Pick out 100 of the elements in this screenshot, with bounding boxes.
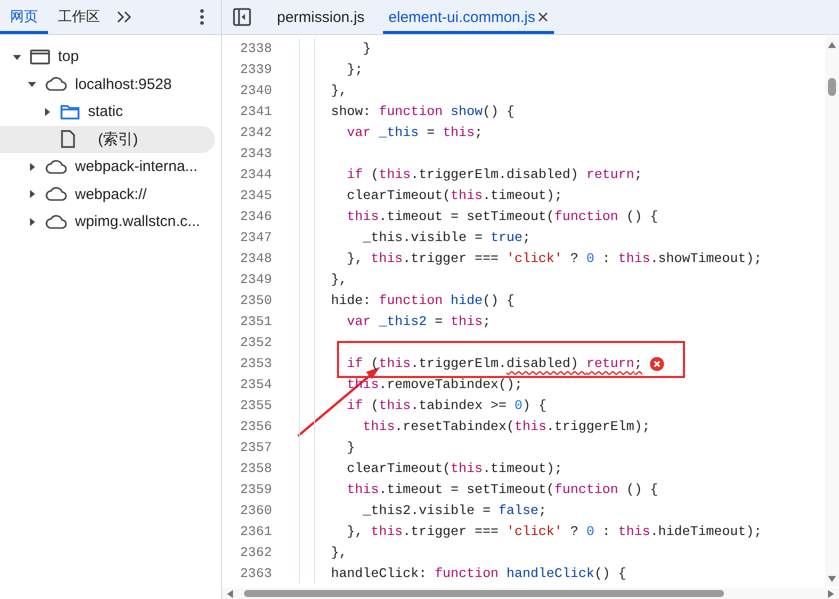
code-line: _this2.visible = false; (362, 503, 546, 518)
code-line: this.timeout = setTimeout(function () { (346, 482, 658, 497)
window-icon (30, 48, 50, 65)
panel-tab[interactable]: 工作区 (48, 0, 110, 34)
indent-guide (299, 80, 315, 101)
line-number: 2350 (239, 293, 272, 308)
line-number: 2349 (239, 272, 272, 287)
file-tab[interactable]: permission.js (271, 0, 371, 34)
tree-item[interactable]: top (0, 43, 215, 70)
code-line: hide: function hide() { (330, 293, 515, 308)
cloud-icon (45, 187, 67, 202)
code-line: }, this.trigger === 'click' ? 0 : this.hideTimeout); (346, 524, 762, 539)
tree-item[interactable]: (索引) (0, 126, 215, 153)
code-line: clearTimeout(this.timeout); (346, 461, 562, 476)
line-number: 2356 (239, 419, 272, 434)
code-line: }; (346, 62, 363, 77)
indent-guide (299, 458, 315, 479)
scrollbar-thumb[interactable] (244, 590, 724, 597)
expand-arrow-icon[interactable] (27, 162, 37, 172)
line-number: 2354 (239, 377, 272, 392)
indent-guide (299, 59, 315, 80)
tree-label: top (58, 48, 79, 66)
tree-item[interactable]: webpack:// (0, 180, 215, 208)
line-number: 2363 (239, 566, 272, 581)
code-line: if (this.triggerElm.disabled) return; (346, 356, 642, 371)
kebab-menu-icon[interactable] (200, 9, 204, 25)
line-number: 2339 (239, 62, 272, 77)
indent-guide (299, 122, 315, 143)
tree-label: webpack:// (75, 186, 147, 203)
code-line: this.resetTabindex(this.triggerElm); (362, 419, 650, 434)
line-number: 2352 (239, 335, 272, 350)
panel-tab[interactable]: 网页 (0, 0, 48, 34)
code-line: _this.visible = true; (362, 230, 530, 245)
code-line: } (362, 41, 371, 56)
line-number: 2338 (239, 41, 272, 56)
line-number: 2359 (239, 482, 272, 497)
scroll-down-icon[interactable] (827, 575, 837, 583)
code-line: show: function show() { (330, 104, 515, 119)
indent-guide (299, 500, 315, 521)
indent-guide (299, 374, 315, 395)
indent-guide (299, 227, 315, 248)
indent-guide (299, 479, 315, 500)
tree-label: (索引) (98, 130, 138, 149)
indent-guide (299, 164, 315, 185)
line-number: 2358 (239, 461, 272, 476)
indent-guide (299, 521, 315, 542)
indent-guide (299, 563, 315, 584)
code-line: if (this.triggerElm.disabled) return; (346, 167, 642, 182)
tree-item[interactable]: wpimg.wallstcn.c... (0, 208, 215, 236)
line-number: 2342 (239, 125, 272, 140)
code-line: clearTimeout(this.timeout); (346, 188, 562, 203)
code-line: handleClick: function handleClick() { (330, 566, 626, 581)
vertical-scrollbar[interactable] (825, 37, 839, 587)
expand-arrow-icon[interactable] (27, 189, 37, 200)
indent-guide (299, 185, 315, 206)
line-number: 2345 (239, 188, 272, 203)
line-number: 2343 (239, 146, 272, 161)
tree-item[interactable]: webpack-interna... (0, 153, 215, 180)
line-number: 2353 (239, 356, 272, 371)
more-tabs-icon[interactable] (116, 11, 132, 23)
indent-guide (299, 332, 315, 353)
scroll-up-icon[interactable] (827, 41, 837, 49)
folder-icon (60, 104, 80, 120)
tree-label: wpimg.wallstcn.c... (75, 213, 200, 230)
code-line: }, (330, 272, 347, 287)
line-number: 2357 (239, 440, 272, 455)
code-line: }, (330, 545, 347, 560)
line-number: 2348 (239, 251, 272, 266)
indent-guide (299, 416, 315, 437)
indent-guide (299, 269, 315, 290)
line-number: 2362 (239, 545, 272, 560)
line-number: 2351 (239, 314, 272, 329)
line-number: 2360 (239, 503, 272, 518)
indent-guide (299, 248, 315, 269)
close-icon[interactable] (538, 12, 548, 22)
line-number: 2347 (239, 230, 272, 245)
expand-arrow-icon[interactable] (27, 216, 37, 227)
line-number: 2344 (239, 167, 272, 182)
line-number: 2346 (239, 209, 272, 224)
horizontal-scrollbar[interactable] (222, 588, 839, 599)
indent-guide (299, 206, 315, 227)
indent-guide (299, 311, 315, 332)
cloud-icon (45, 214, 67, 229)
scrollbar-thumb[interactable] (828, 78, 836, 96)
tree-item[interactable]: static (0, 98, 215, 126)
indent-guide (299, 437, 315, 458)
tree-item[interactable]: localhost:9528 (0, 70, 215, 98)
sidebar-toggle-icon[interactable] (233, 8, 251, 26)
cloud-icon (45, 77, 67, 92)
code-line: if (this.tabindex >= 0) { (346, 398, 546, 413)
code-line: }, this.trigger === 'click' ? 0 : this.showTimeout); (346, 251, 762, 266)
scroll-left-icon[interactable] (226, 588, 234, 598)
expand-arrow-icon[interactable] (42, 106, 52, 117)
scroll-right-icon[interactable] (827, 588, 835, 598)
code-line: this.timeout = setTimeout(function () { (346, 209, 658, 224)
tree-label: webpack-interna... (75, 158, 198, 176)
expand-arrow-icon[interactable] (27, 79, 37, 90)
code-line: } (346, 440, 355, 455)
file-tab[interactable]: element-ui.common.js (382, 0, 554, 34)
cloud-icon (45, 160, 67, 174)
